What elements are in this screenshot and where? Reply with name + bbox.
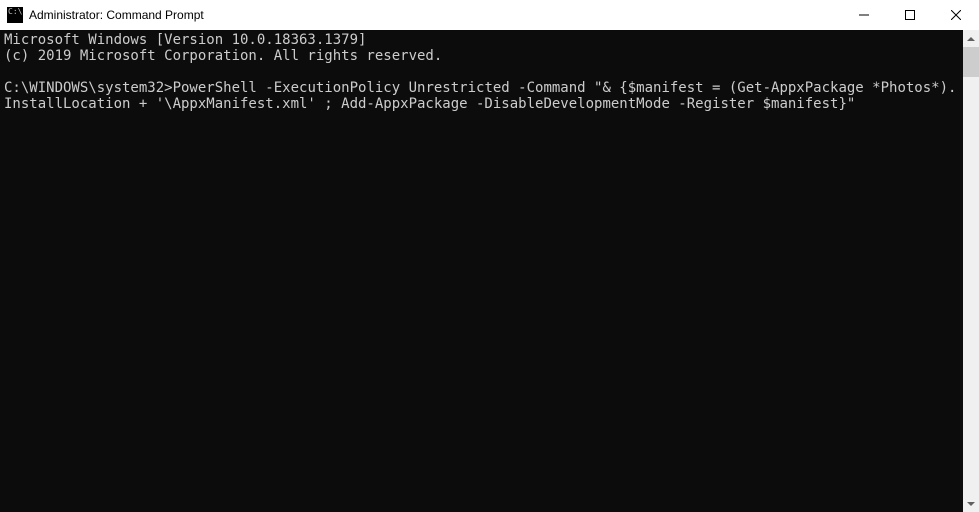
window-controls (841, 0, 979, 30)
prompt: C:\WINDOWS\system32> (4, 80, 173, 96)
version-line: Microsoft Windows [Version 10.0.18363.13… (4, 32, 366, 48)
scroll-down-button[interactable] (963, 495, 979, 512)
scroll-track[interactable] (963, 47, 979, 495)
copyright-line: (c) 2019 Microsoft Corporation. All righ… (4, 48, 442, 64)
vertical-scrollbar[interactable] (963, 30, 979, 512)
scroll-up-button[interactable] (963, 30, 979, 47)
cmd-icon (7, 7, 23, 23)
scroll-thumb[interactable] (963, 47, 979, 77)
close-button[interactable] (933, 0, 979, 30)
terminal-area: Microsoft Windows [Version 10.0.18363.13… (0, 30, 979, 512)
minimize-button[interactable] (841, 0, 887, 30)
window-title: Administrator: Command Prompt (29, 8, 841, 22)
terminal-output[interactable]: Microsoft Windows [Version 10.0.18363.13… (0, 30, 963, 512)
titlebar[interactable]: Administrator: Command Prompt (0, 0, 979, 30)
maximize-button[interactable] (887, 0, 933, 30)
